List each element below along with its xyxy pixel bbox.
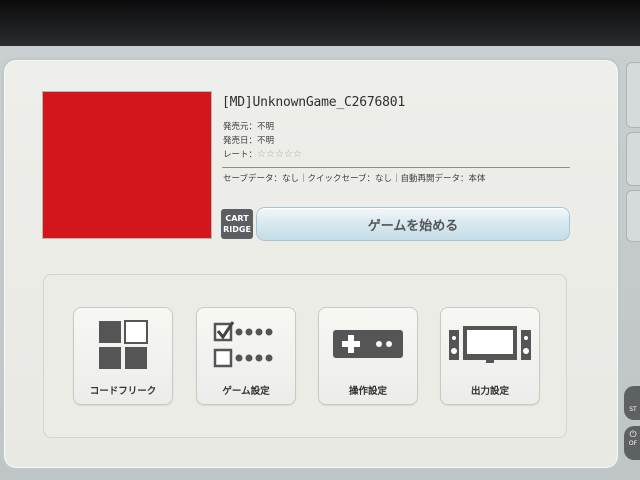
rating-info: レート：☆☆☆☆☆ xyxy=(223,148,302,160)
code-freak-icon xyxy=(74,320,172,370)
side-tab-1[interactable] xyxy=(626,62,640,128)
start-game-button[interactable]: ゲームを始める xyxy=(257,208,569,240)
start-side-button[interactable]: ST xyxy=(624,386,640,420)
rating-stars: ☆☆☆☆☆ xyxy=(257,149,302,160)
output-settings-label: 出力設定 xyxy=(470,386,509,397)
info-divider xyxy=(222,167,570,168)
release-date-info: 発売日：不明 xyxy=(223,136,275,146)
code-freak-label: コードフリーク xyxy=(89,386,157,397)
cartridge-icon-line2: RIDGE xyxy=(223,225,251,234)
controller-settings-label: 操作設定 xyxy=(348,386,387,397)
start-side-label: ST xyxy=(629,406,637,413)
game-settings-label: ゲーム設定 xyxy=(222,386,270,397)
power-icon: ⏻ xyxy=(629,430,637,440)
publisher-info: 発売元：不明 xyxy=(223,122,275,132)
output-settings-button[interactable]: 出力設定 xyxy=(440,307,540,405)
power-off-side-label: OF xyxy=(628,440,638,447)
game-title: [MD]UnknownGame_C2676801 xyxy=(222,95,406,110)
power-off-side-button[interactable]: ⏻ OF xyxy=(624,426,640,460)
controller-settings-button[interactable]: 操作設定 xyxy=(318,307,418,405)
rating-label: レート： xyxy=(223,150,258,160)
screen-bezel xyxy=(0,0,640,46)
save-data-status: セーブデータ：なし｜クイックセーブ：なし｜自動再開データ：本体 xyxy=(223,174,486,184)
display-output-icon xyxy=(441,324,539,366)
side-tab-2[interactable] xyxy=(626,132,640,186)
game-settings-button[interactable]: ゲーム設定 xyxy=(196,307,296,405)
code-freak-button[interactable]: コードフリーク xyxy=(73,307,173,405)
game-cover-art xyxy=(43,92,211,238)
cartridge-icon: CART RIDGE xyxy=(221,209,253,239)
controller-icon xyxy=(319,326,417,362)
game-settings-icon xyxy=(197,320,295,370)
cartridge-icon-line1: CART xyxy=(225,214,249,223)
side-tab-3[interactable] xyxy=(626,190,640,242)
